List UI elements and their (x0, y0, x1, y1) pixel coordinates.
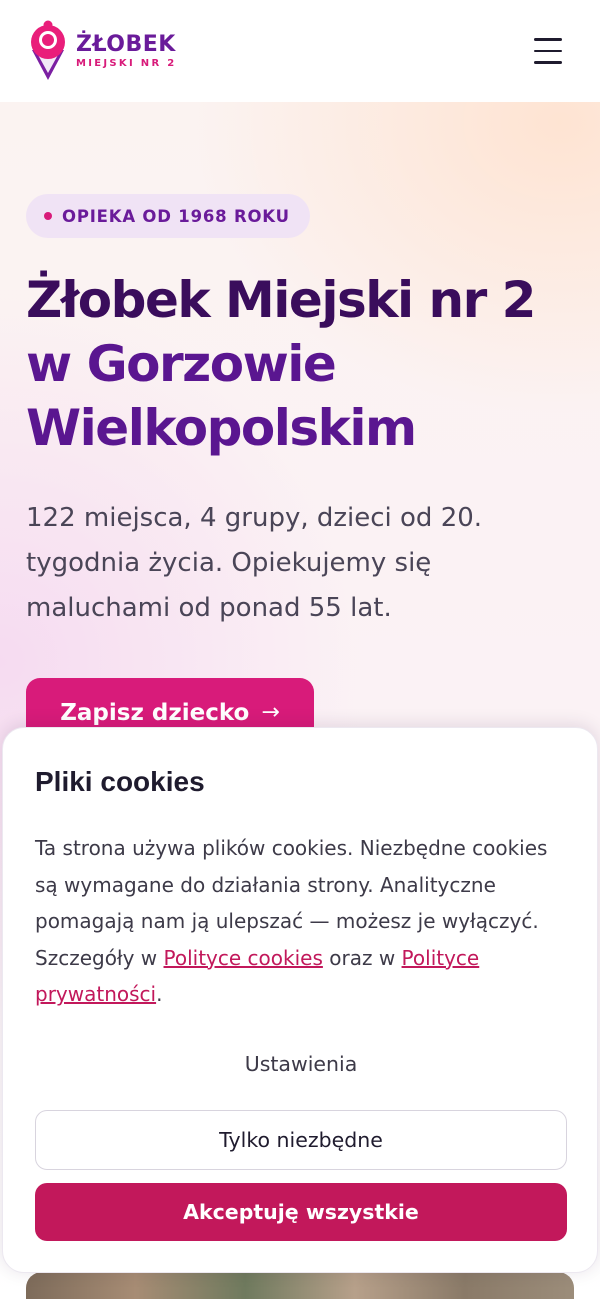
cookie-banner: Pliki cookies Ta strona używa plików coo… (2, 727, 598, 1273)
menu-bar (534, 61, 562, 64)
cookie-text-end: . (156, 982, 163, 1007)
cookie-banner-title: Pliki cookies (35, 766, 205, 797)
title-line-3: Wielkopolskim (26, 399, 417, 457)
logo-title: ŻŁOBEK (76, 31, 176, 57)
enroll-button-label: Zapisz dziecko (60, 700, 250, 726)
title-line-1: Żłobek Miejski nr 2 (26, 271, 536, 329)
title-line-2: w Gorzowie (26, 335, 337, 393)
badge-dot-icon (44, 212, 52, 220)
hero-description: 122 miejsca, 4 grupy, dzieci od 20. tygo… (26, 503, 483, 623)
hamburger-menu-icon[interactable] (534, 31, 574, 71)
page-title: Żłobek Miejski nr 2 w Gorzowie Wielkopol… (26, 268, 586, 460)
menu-bar (534, 38, 562, 41)
accept-all-button[interactable]: Akceptuję wszystkie (35, 1183, 567, 1241)
menu-bar (534, 49, 562, 53)
site-logo[interactable]: ŻŁOBEK MIEJSKI NR 2 (26, 20, 177, 82)
cookie-banner-text: Ta strona używa plików cookies. Niezbędn… (35, 830, 575, 1013)
necessary-only-button[interactable]: Tylko niezbędne (35, 1110, 567, 1170)
badge-label: OPIEKA OD 1968 ROKU (62, 206, 290, 226)
since-badge: OPIEKA OD 1968 ROKU (26, 194, 310, 238)
hero-photo (26, 1272, 574, 1299)
site-header: ŻŁOBEK MIEJSKI NR 2 (0, 0, 600, 102)
logo-text: ŻŁOBEK MIEJSKI NR 2 (76, 31, 177, 69)
logo-subtitle: MIEJSKI NR 2 (76, 57, 177, 69)
cookie-settings-button[interactable]: Ustawienia (3, 1052, 599, 1076)
logo-mark-icon (31, 20, 65, 80)
arrow-right-icon: → (261, 700, 280, 725)
cookie-policy-link[interactable]: Polityce cookies (164, 946, 323, 970)
cookie-text-between: oraz w (322, 945, 402, 970)
